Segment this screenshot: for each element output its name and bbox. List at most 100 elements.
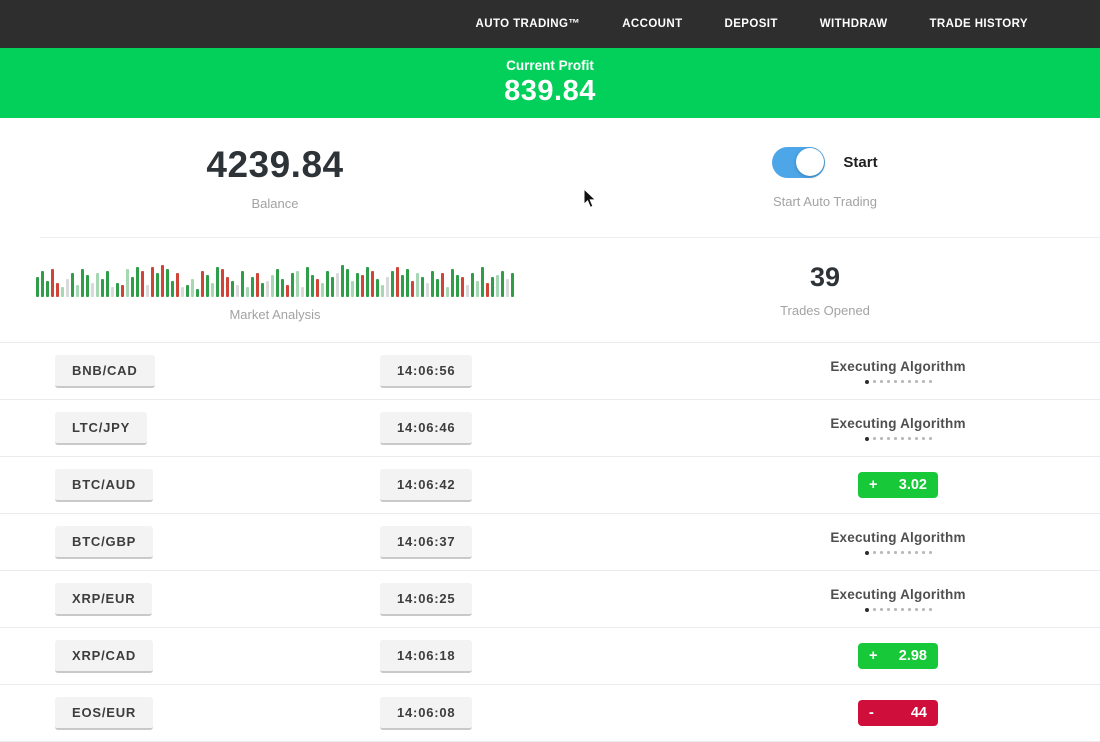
progress-dots: [865, 551, 932, 555]
progress-dots: [865, 608, 932, 612]
nav-item-account[interactable]: ACCOUNT: [622, 18, 682, 30]
chart-bar: [66, 279, 69, 297]
chart-bar: [441, 273, 444, 297]
market-analysis-block: Market Analysis: [0, 238, 550, 342]
trade-row: BNB/CAD 14:06:56 Executing Algorithm: [0, 343, 1100, 400]
chart-bar: [131, 277, 134, 297]
chart-bar: [166, 269, 169, 297]
trades-opened-value: 39: [810, 262, 840, 293]
profit-badge: +2.98: [858, 643, 938, 669]
chart-bar: [451, 269, 454, 297]
chart-bar: [141, 271, 144, 297]
chart-bar: [111, 287, 114, 297]
nav-item-trade-history[interactable]: TRADE HISTORY: [930, 18, 1029, 30]
trade-pair-pill: XRP/CAD: [55, 640, 153, 673]
chart-bar: [366, 267, 369, 297]
chart-bar: [496, 275, 499, 297]
nav-item-deposit[interactable]: DEPOSIT: [725, 18, 778, 30]
trade-row: XRP/CAD 14:06:18 +2.98: [0, 628, 1100, 685]
nav-item-auto-trading[interactable]: AUTO TRADING™: [476, 18, 581, 30]
trade-pair-pill: EOS/EUR: [55, 697, 153, 730]
chart-bar: [436, 279, 439, 297]
chart-bar: [191, 279, 194, 297]
chart-bar: [151, 267, 154, 297]
chart-bar: [466, 285, 469, 297]
trade-pair-pill: BTC/GBP: [55, 526, 153, 559]
trade-status-cell: Executing Algorithm: [778, 416, 1018, 441]
balance-value: 4239.84: [206, 144, 343, 186]
trade-row: BTC/GBP 14:06:37 Executing Algorithm: [0, 514, 1100, 571]
auto-trading-toggle[interactable]: [772, 147, 825, 178]
chart-bar: [371, 271, 374, 297]
chart-bar: [246, 287, 249, 297]
chart-bar: [401, 275, 404, 297]
chart-bar: [41, 271, 44, 297]
progress-dots: [865, 380, 932, 384]
chart-bar: [216, 267, 219, 297]
chart-bar: [461, 277, 464, 297]
chart-bar: [51, 269, 54, 297]
current-profit-label: Current Profit: [506, 58, 594, 73]
executing-algorithm-label: Executing Algorithm: [830, 359, 965, 374]
trade-time-pill: 14:06:18: [380, 640, 472, 673]
stats-row-bottom: Market Analysis 39 Trades Opened: [0, 238, 1100, 342]
chart-bar: [481, 267, 484, 297]
chart-bar: [406, 269, 409, 297]
chart-bar: [241, 271, 244, 297]
chart-bar: [96, 273, 99, 297]
chart-bar: [506, 279, 509, 297]
chart-bar: [416, 273, 419, 297]
trade-pair-pill: BTC/AUD: [55, 469, 153, 502]
chart-bar: [56, 283, 59, 297]
trade-row: BTC/AUD 14:06:42 +3.02: [0, 457, 1100, 514]
chart-bar: [186, 285, 189, 297]
trades-opened-block: 39 Trades Opened: [550, 238, 1100, 342]
chart-bar: [296, 271, 299, 297]
chart-bar: [336, 273, 339, 297]
trade-status-cell: Executing Algorithm: [778, 587, 1018, 612]
chart-bar: [341, 265, 344, 297]
trade-time-pill: 14:06:37: [380, 526, 472, 559]
chart-bar: [411, 281, 414, 297]
trade-time-pill: 14:06:42: [380, 469, 472, 502]
chart-bar: [256, 273, 259, 297]
chart-bar: [306, 267, 309, 297]
chart-bar: [251, 277, 254, 297]
top-navbar: AUTO TRADING™ ACCOUNT DEPOSIT WITHDRAW TRADE…: [0, 0, 1100, 48]
trade-status-cell: Executing Algorithm: [778, 359, 1018, 384]
trade-row: XRP/EUR14:06:25Executing Algorithm: [0, 571, 1100, 628]
executing-algorithm-label: Executing Algorithm: [830, 416, 965, 431]
chart-bar: [226, 277, 229, 297]
trades-opened-label: Trades Opened: [780, 303, 870, 318]
chart-bar: [86, 275, 89, 297]
toggle-knob-icon: [796, 148, 824, 176]
trade-row: EOS/EUR 14:06:08 -44: [0, 685, 1100, 742]
loss-badge: -44: [858, 700, 938, 726]
trade-time-pill: 14:06:08: [380, 697, 472, 730]
chart-bar: [36, 277, 39, 297]
chart-bar: [116, 283, 119, 297]
current-profit-value: 839.84: [504, 75, 596, 108]
chart-bar: [271, 275, 274, 297]
chart-bar: [206, 275, 209, 297]
chart-bar: [201, 271, 204, 297]
chart-bar: [286, 285, 289, 297]
chart-bar: [396, 267, 399, 297]
chart-bar: [386, 277, 389, 297]
chart-bar: [326, 271, 329, 297]
chart-bar: [276, 269, 279, 297]
chart-bar: [231, 281, 234, 297]
trade-time-pill: 14:06:25: [380, 583, 472, 616]
trade-status-cell: +3.02: [778, 472, 1018, 498]
chart-bar: [211, 283, 214, 297]
trade-pair-pill: BNB/CAD: [55, 355, 155, 388]
balance-label: Balance: [252, 196, 299, 211]
chart-bar: [426, 283, 429, 297]
chart-bar: [266, 281, 269, 297]
executing-algorithm-label: Executing Algorithm: [830, 530, 965, 545]
balance-block: 4239.84 Balance: [0, 118, 550, 237]
chart-bar: [281, 279, 284, 297]
nav-item-withdraw[interactable]: WITHDRAW: [820, 18, 888, 30]
chart-bar: [476, 281, 479, 297]
trade-time-pill: 14:06:56: [380, 355, 472, 388]
